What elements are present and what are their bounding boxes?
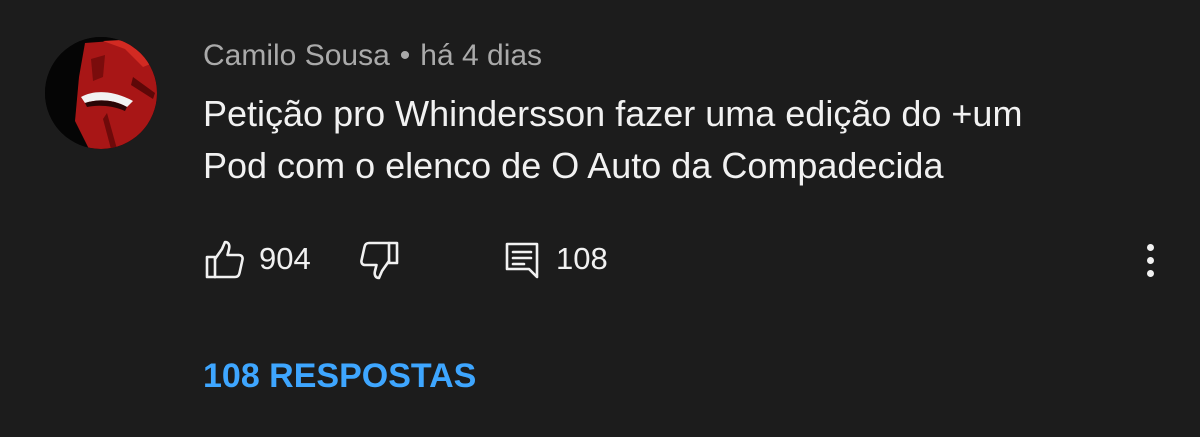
avatar[interactable] — [45, 37, 157, 149]
author-name[interactable]: Camilo Sousa — [203, 39, 390, 72]
thumbs-up-icon — [205, 240, 244, 279]
view-replies-button[interactable]: 108 RESPOSTAS — [203, 356, 476, 396]
comment-meta: Camilo Sousa • há 4 dias — [203, 38, 542, 74]
comment-text: Petição pro Whindersson fazer uma edição… — [203, 88, 1163, 192]
comment-text-line: Pod com o elenco de O Auto da Compadecid… — [203, 145, 944, 186]
more-vertical-icon-dot — [1147, 257, 1154, 264]
avatar-image — [45, 37, 157, 149]
reply-count: 108 — [556, 241, 608, 276]
like-button[interactable] — [203, 238, 247, 282]
more-options-button[interactable] — [1132, 238, 1168, 282]
comment-icon — [505, 242, 539, 279]
separator-dot: • — [399, 39, 411, 72]
dislike-button[interactable] — [357, 238, 401, 282]
thumbs-down-icon — [360, 241, 399, 280]
reply-button[interactable] — [500, 238, 544, 282]
comment-timestamp[interactable]: há 4 dias — [420, 39, 542, 72]
comment-thread: Camilo Sousa • há 4 dias Petição pro Whind… — [0, 0, 1200, 437]
more-vertical-icon — [1147, 244, 1154, 251]
comment-text-line: Petição pro Whindersson fazer uma edição… — [203, 93, 1023, 134]
comment-actions: 904 108 — [0, 230, 1200, 290]
more-vertical-icon-dot — [1147, 270, 1154, 277]
like-count: 904 — [259, 241, 311, 276]
